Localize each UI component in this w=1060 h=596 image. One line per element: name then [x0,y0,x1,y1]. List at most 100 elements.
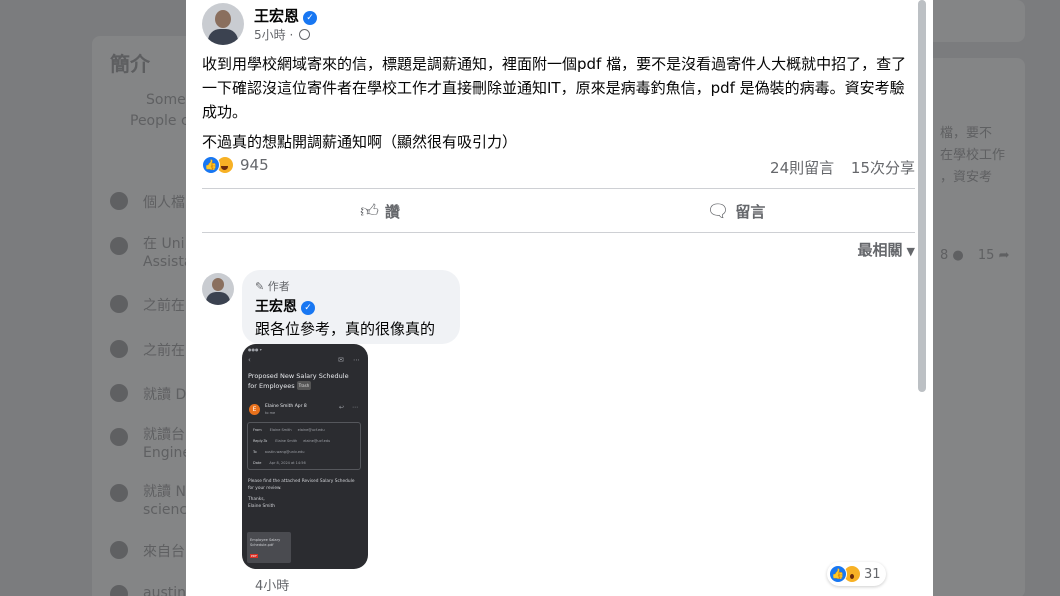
more-icon: ⋯ [352,404,358,411]
detail-label: To [253,450,257,454]
comment-author[interactable]: 王宏恩 ✓ [255,296,315,316]
email-tag: Trash [296,381,312,390]
comment-image-email-screenshot[interactable]: ●●● ▾ ‹ ✉ ⋯ Proposed New Salary Schedule… [242,344,368,569]
detail-value: austin.wang@unlv.edu [264,450,305,454]
attachment-name: Employee Salary Schedule.pdf [250,538,281,547]
detail-extra: elaine@ucf.edu [297,428,325,432]
graduation-cap-icon [110,484,128,502]
intro-title: 簡介 [110,52,150,76]
email-sender-name: Elaine Smith [265,404,294,409]
post-modal: 王宏恩 ✓ 5小時 · 收到用學校網域寄來的信，標題是調薪通知，裡面附一個pdf … [186,0,933,596]
reaction-count[interactable]: 945 [240,156,269,174]
post-meta: 5小時 · [254,26,311,43]
mail-icon: ✉ [338,356,344,364]
comment-bubble: ✎ 作者 王宏恩 ✓ 跟各位參考，真的很像真的 [242,270,460,344]
comment-sort-dropdown[interactable]: 最相關 ▼ [858,239,915,260]
comment-reactions[interactable]: 👍 31 [827,562,886,586]
right-post-text: 檔，要不 [940,126,993,141]
divider [202,188,915,189]
sort-label: 最相關 [857,241,903,259]
globe-icon [299,29,311,40]
graduation-cap-icon [110,384,128,402]
email-sender: Elaine Smith Apr 8 [265,404,307,409]
like-reaction-icon: 👍 [829,565,847,583]
post-reactions[interactable]: 👍 945 [202,156,269,174]
intro-item: 之前在 [143,298,185,314]
comment-icon: 🗨︎ [706,200,730,222]
intro-item: austin [143,585,186,596]
comment-time[interactable]: 4小時 [255,575,289,594]
globe-icon [110,585,128,596]
comment-author-name[interactable]: 王宏恩 [255,299,297,315]
detail-label: From [253,428,262,432]
verified-badge-icon: ✓ [303,11,318,25]
comment-count[interactable]: 24則留言 [770,159,834,177]
email-recipient-summary: to me [265,411,276,415]
email-attachment: Employee Salary Schedule.pdf PDF [247,532,291,563]
share-count[interactable]: 15次分享 [851,159,915,177]
divider [202,232,915,233]
right-post-text: 在學校工作 [940,148,1006,163]
post-paragraph: 不過真的想點開調薪通知啊（顯然很有吸引力） [202,133,518,151]
like-reaction-icon: 👍 [202,156,220,174]
comment-button[interactable]: 🗨︎ 留言 [558,194,914,228]
right-post-text: ，資安考 [940,170,993,185]
briefcase-icon [110,295,128,313]
briefcase-icon [110,237,128,255]
background-topbar [920,0,1025,42]
detail-extra: elaine@ucf.edu [303,439,331,443]
reply-icon: ↩ [339,404,345,411]
comment-reaction-count: 31 [864,566,881,582]
intro-item: 就讀台 [143,427,185,443]
location-pin-icon [110,541,128,559]
email-signature: Elaine Smith [248,503,275,509]
email-body: Please find the attached Revised Salary … [248,479,358,510]
email-detail-row: From Elaine Smith elaine@ucf.edu [253,428,325,432]
briefcase-icon [110,340,128,358]
email-subject: Proposed New Salary Schedule for Employe… [248,372,358,391]
post-time[interactable]: 5小時 [254,28,286,42]
intro-item-sub: scienc [143,502,188,518]
post-author-name[interactable]: 王宏恩 [254,7,299,25]
email-body-text: Please find the attached Revised Salary … [248,479,355,491]
intro-item: 來自台 [143,544,185,560]
pdf-icon: PDF [250,554,258,558]
pen-icon: ✎ [255,280,265,293]
email-detail-row: Reply-To Elaine Smith elaine@ucf.edu [253,439,330,443]
intro-item: 就讀 N [143,484,186,500]
share-arrow-icon: ➦ [998,248,1010,263]
email-details-box: From Elaine Smith elaine@ucf.edu Reply-To E… [247,422,361,470]
verified-badge-icon: ✓ [301,301,315,315]
author-badge-label: 作者 [267,280,290,293]
email-detail-row: To austin.wang@unlv.edu [253,450,304,454]
post-body: 收到用學校網域寄來的信，標題是調薪通知，裡面附一個pdf 檔，要不是沒看過寄件人… [202,52,914,156]
email-detail-row: Date Apr 8, 2024 at 14:56 [253,461,306,465]
right-post-counts: 8 ● 15 ➦ [940,248,1010,263]
comment-text: 跟各位參考，真的很像真的 [255,320,436,338]
detail-label: Reply-To [253,439,268,443]
post-author[interactable]: 王宏恩 ✓ [254,5,318,26]
post-stats: 24則留言 15次分享 [770,157,915,178]
intro-item-sub: Engine [143,445,191,461]
modal-scrollbar[interactable] [918,0,926,392]
email-sender-time: Apr 8 [294,404,307,409]
right-share-count: 15 [977,248,995,263]
post-paragraph: 收到用學校網域寄來的信，標題是調薪通知，裡面附一個pdf 檔，要不是沒看過寄件人… [202,55,907,121]
comment-button-label: 留言 [735,202,766,221]
author-avatar[interactable] [202,3,244,45]
intro-item: 之前在 [143,343,185,359]
phone-status-bar: ●●● ▾ [248,347,262,352]
comment-author-avatar[interactable] [202,273,234,305]
detail-value: Elaine Smith [275,439,298,443]
detail-label: Date [253,461,262,465]
comment-bubble-icon: ● [952,248,964,263]
intro-item: 在 Uni [143,236,185,252]
detail-value: Elaine Smith [269,428,292,432]
author-badge: ✎ 作者 [255,278,290,294]
intro-item: 就讀 D [143,387,187,403]
more-icon: ⋯ [353,356,360,364]
intro-line: Some [146,92,186,108]
graduation-cap-icon [110,428,128,446]
intro-item-sub: Assista [143,254,193,270]
like-button[interactable]: 👍︎ 讚 [202,194,558,228]
